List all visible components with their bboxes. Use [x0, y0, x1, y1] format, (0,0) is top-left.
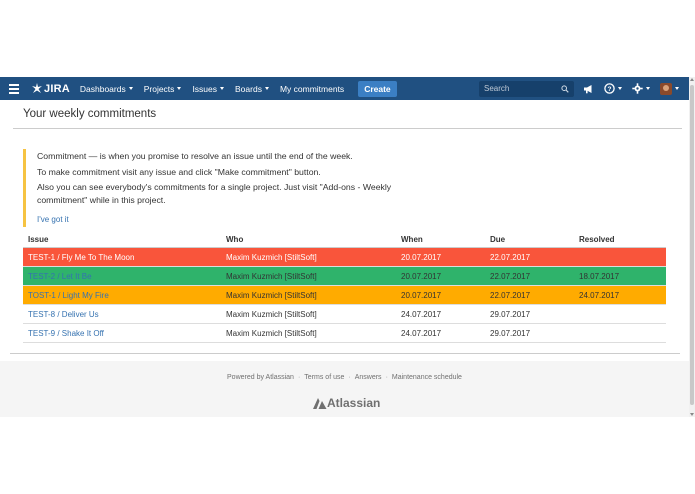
nav-boards-label: Boards: [235, 83, 262, 94]
menu-icon[interactable]: [9, 83, 27, 94]
footer-separator: ·: [348, 374, 351, 381]
info-message: Commitment — is when you promise to reso…: [23, 149, 423, 227]
resolved-cell: 24.07.2017: [579, 290, 620, 300]
header-when: When: [401, 235, 423, 244]
logo-text: JIRA: [44, 82, 70, 95]
nav-dashboards[interactable]: Dashboards: [80, 84, 133, 94]
chevron-down-icon: [177, 87, 182, 90]
gear-icon: [632, 83, 643, 94]
due-cell: 29.07.2017: [490, 309, 531, 319]
when-cell: 20.07.2017: [401, 271, 442, 281]
who-cell: Maxim Kuzmich [StiltSoft]: [226, 309, 317, 319]
ive-got-it-link[interactable]: I've got it: [37, 215, 69, 224]
notifications-button[interactable]: [583, 84, 594, 94]
message-line: Commitment — is when you promise to reso…: [37, 151, 353, 161]
table-header: Issue Who When Due Resolved: [23, 232, 666, 248]
issue-link[interactable]: TEST-9 / Shake It Off: [28, 329, 104, 338]
who-cell: Maxim Kuzmich [StiltSoft]: [226, 328, 317, 338]
table-row: TEST-8 / Deliver Us Maxim Kuzmich [Stilt…: [23, 305, 666, 324]
due-cell: 29.07.2017: [490, 328, 531, 338]
header-issue: Issue: [28, 235, 49, 244]
main-content: Your weekly commitments Commitment — is …: [10, 100, 682, 343]
nav-right: ?: [479, 77, 689, 100]
table-row: TOST-1 / Light My Fire Maxim Kuzmich [St…: [23, 286, 666, 305]
footer-link-answers[interactable]: Answers: [355, 374, 382, 381]
nav-my-commitments[interactable]: My commitments: [280, 84, 344, 94]
header-who: Who: [226, 235, 244, 244]
due-cell: 22.07.2017: [490, 252, 531, 262]
footer-link-powered-by[interactable]: Powered by Atlassian: [227, 374, 294, 381]
nav-items: Dashboards Projects Issues Boards My com…: [80, 80, 397, 97]
atlassian-logo-icon: [313, 397, 327, 409]
message-line: To make commitment visit any issue and c…: [37, 166, 321, 177]
who-cell: Maxim Kuzmich [StiltSoft]: [226, 252, 317, 262]
profile-button[interactable]: [660, 82, 679, 95]
issue-link[interactable]: TEST-2 / Let It Be: [28, 272, 92, 281]
nav-dashboards-label: Dashboards: [79, 83, 126, 94]
commitments-table: Issue Who When Due Resolved TEST-1 / Fly…: [23, 232, 666, 343]
issue-link[interactable]: TEST-1 / Fly Me To The Moon: [28, 253, 134, 262]
avatar: [660, 82, 672, 95]
title-divider: [13, 128, 682, 129]
chevron-down-icon: [618, 87, 622, 90]
when-cell: 24.07.2017: [401, 309, 442, 319]
footer-separator: ·: [297, 374, 301, 381]
chevron-down-icon: [264, 87, 269, 90]
nav-issues[interactable]: Issues: [192, 83, 225, 94]
table-row: TEST-1 / Fly Me To The Moon Maxim Kuzmic…: [23, 248, 666, 267]
search-icon: [561, 84, 569, 93]
due-cell: 22.07.2017: [490, 290, 531, 300]
scroll-down-icon[interactable]: [690, 413, 694, 416]
settings-button[interactable]: [632, 83, 650, 94]
page-scrollbar[interactable]: [689, 77, 695, 417]
footer-link-maintenance[interactable]: Maintenance schedule: [392, 374, 462, 381]
issue-link[interactable]: TOST-1 / Light My Fire: [28, 291, 109, 300]
scroll-thumb[interactable]: [690, 85, 694, 405]
nav-projects[interactable]: Projects: [144, 84, 182, 94]
atlassian-logo[interactable]: Atlassian: [313, 396, 380, 410]
table-row: TEST-9 / Shake It Off Maxim Kuzmich [Sti…: [23, 324, 666, 343]
jira-logo[interactable]: JIRA: [32, 83, 70, 95]
create-button[interactable]: Create: [358, 80, 397, 97]
jira-logo-icon: [32, 83, 42, 93]
search-input[interactable]: [484, 84, 561, 93]
footer-link-terms[interactable]: Terms of use: [304, 374, 344, 381]
atlassian-logo-text: Atlassian: [327, 396, 381, 410]
nav-boards[interactable]: Boards: [235, 84, 269, 94]
megaphone-icon: [584, 84, 592, 93]
table-row: TEST-2 / Let It Be Maxim Kuzmich [StiltS…: [23, 267, 666, 286]
help-icon: ?: [604, 83, 615, 94]
page: JIRA Dashboards Projects Issues Boards M…: [0, 0, 695, 494]
when-cell: 24.07.2017: [401, 328, 442, 338]
scroll-up-icon[interactable]: [690, 78, 694, 81]
message-line: Also you can see everybody's commitments…: [37, 182, 392, 205]
chevron-down-icon: [220, 87, 225, 90]
nav-issues-label: Issues: [192, 83, 218, 94]
help-button[interactable]: ?: [604, 83, 622, 94]
search-box[interactable]: [479, 80, 574, 97]
resolved-cell: 18.07.2017: [579, 271, 620, 281]
chevron-down-icon: [646, 87, 650, 90]
footer-separator: ·: [385, 374, 388, 381]
who-cell: Maxim Kuzmich [StiltSoft]: [226, 290, 317, 300]
footer-links: Powered by Atlassian · Terms of use · An…: [0, 374, 689, 381]
header-due: Due: [490, 235, 506, 244]
top-navigation-bar: JIRA Dashboards Projects Issues Boards M…: [0, 77, 689, 100]
issue-link[interactable]: TEST-8 / Deliver Us: [28, 310, 99, 319]
who-cell: Maxim Kuzmich [StiltSoft]: [226, 271, 317, 281]
when-cell: 20.07.2017: [401, 290, 442, 300]
due-cell: 22.07.2017: [490, 271, 531, 281]
header-resolved: Resolved: [579, 235, 615, 244]
when-cell: 20.07.2017: [401, 252, 442, 262]
svg-text:?: ?: [608, 86, 612, 93]
content-bottom-divider: [10, 353, 680, 354]
nav-projects-label: Projects: [143, 83, 175, 94]
footer: Powered by Atlassian · Terms of use · An…: [0, 361, 689, 417]
page-title: Your weekly commitments: [23, 108, 157, 120]
chevron-down-icon: [675, 87, 679, 90]
nav-my-commitments-label: My commitments: [279, 83, 345, 94]
chevron-down-icon: [128, 87, 133, 90]
